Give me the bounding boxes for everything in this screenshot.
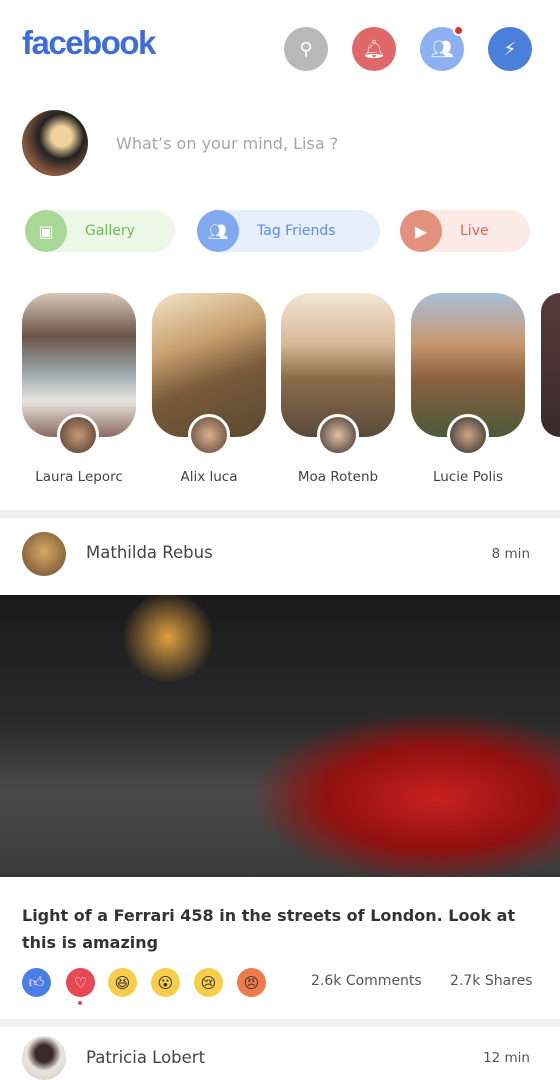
messenger-button[interactable]: ⚡︎	[488, 27, 532, 71]
story-name: Alix luca	[180, 469, 238, 485]
love-reaction-icon[interactable]: ♡	[66, 968, 95, 997]
wow-reaction-icon[interactable]: 😮	[151, 968, 180, 997]
story-avatar	[447, 414, 489, 456]
comments-count[interactable]: 2.6k Comments	[311, 973, 422, 989]
divider	[0, 510, 560, 518]
search-icon: ⚲	[299, 38, 313, 60]
shares-count[interactable]: 2.7k Shares	[450, 973, 533, 989]
story-avatar	[188, 414, 230, 456]
search-button[interactable]: ⚲	[284, 27, 328, 71]
notifications-button[interactable]: 🔔︎	[352, 27, 396, 71]
post-caption: Light of a Ferrari 458 in the streets of…	[22, 906, 516, 952]
tag-friends-button[interactable]: 👥︎ Tag Friends	[197, 210, 380, 252]
post-time: 8 min	[491, 546, 530, 562]
post-image[interactable]	[0, 595, 560, 877]
sad-reaction-icon[interactable]: 😢	[194, 968, 223, 997]
friends-icon: 👥︎	[430, 38, 454, 60]
story-name: Lucie Polis	[432, 469, 504, 485]
selected-reaction-indicator	[78, 1001, 82, 1005]
story-card[interactable]	[541, 293, 560, 437]
author-avatar[interactable]	[22, 1036, 66, 1080]
friends-icon: 👥︎	[197, 210, 239, 252]
story-avatar	[317, 414, 359, 456]
haha-reaction-icon[interactable]: 😆	[108, 968, 137, 997]
bell-icon: 🔔︎	[362, 38, 386, 60]
notification-badge	[453, 25, 464, 36]
live-button[interactable]: ▶ Live	[400, 210, 530, 252]
messenger-icon: ⚡︎	[503, 38, 517, 60]
story-name: Laura Leporc	[35, 469, 123, 485]
gallery-icon: ▣	[25, 210, 67, 252]
video-icon: ▶	[400, 210, 442, 252]
post-time: 12 min	[483, 1050, 530, 1066]
author-avatar[interactable]	[22, 532, 66, 576]
friends-button[interactable]: 👥︎	[420, 25, 464, 71]
author-name[interactable]: Patricia Lobert	[86, 1048, 205, 1067]
story-avatar	[57, 414, 99, 456]
author-name[interactable]: Mathilda Rebus	[86, 543, 213, 562]
gallery-button[interactable]: ▣ Gallery	[25, 210, 175, 252]
story-name: Moa Rotenb	[297, 469, 379, 485]
divider	[0, 1019, 560, 1027]
facebook-logo: facebook	[22, 24, 156, 61]
angry-reaction-icon[interactable]: 😠	[237, 968, 266, 997]
user-avatar[interactable]	[22, 110, 88, 176]
status-input[interactable]: What’s on your mind, Lisa ?	[116, 134, 338, 153]
like-reaction-icon[interactable]: 👍︎	[22, 968, 51, 997]
